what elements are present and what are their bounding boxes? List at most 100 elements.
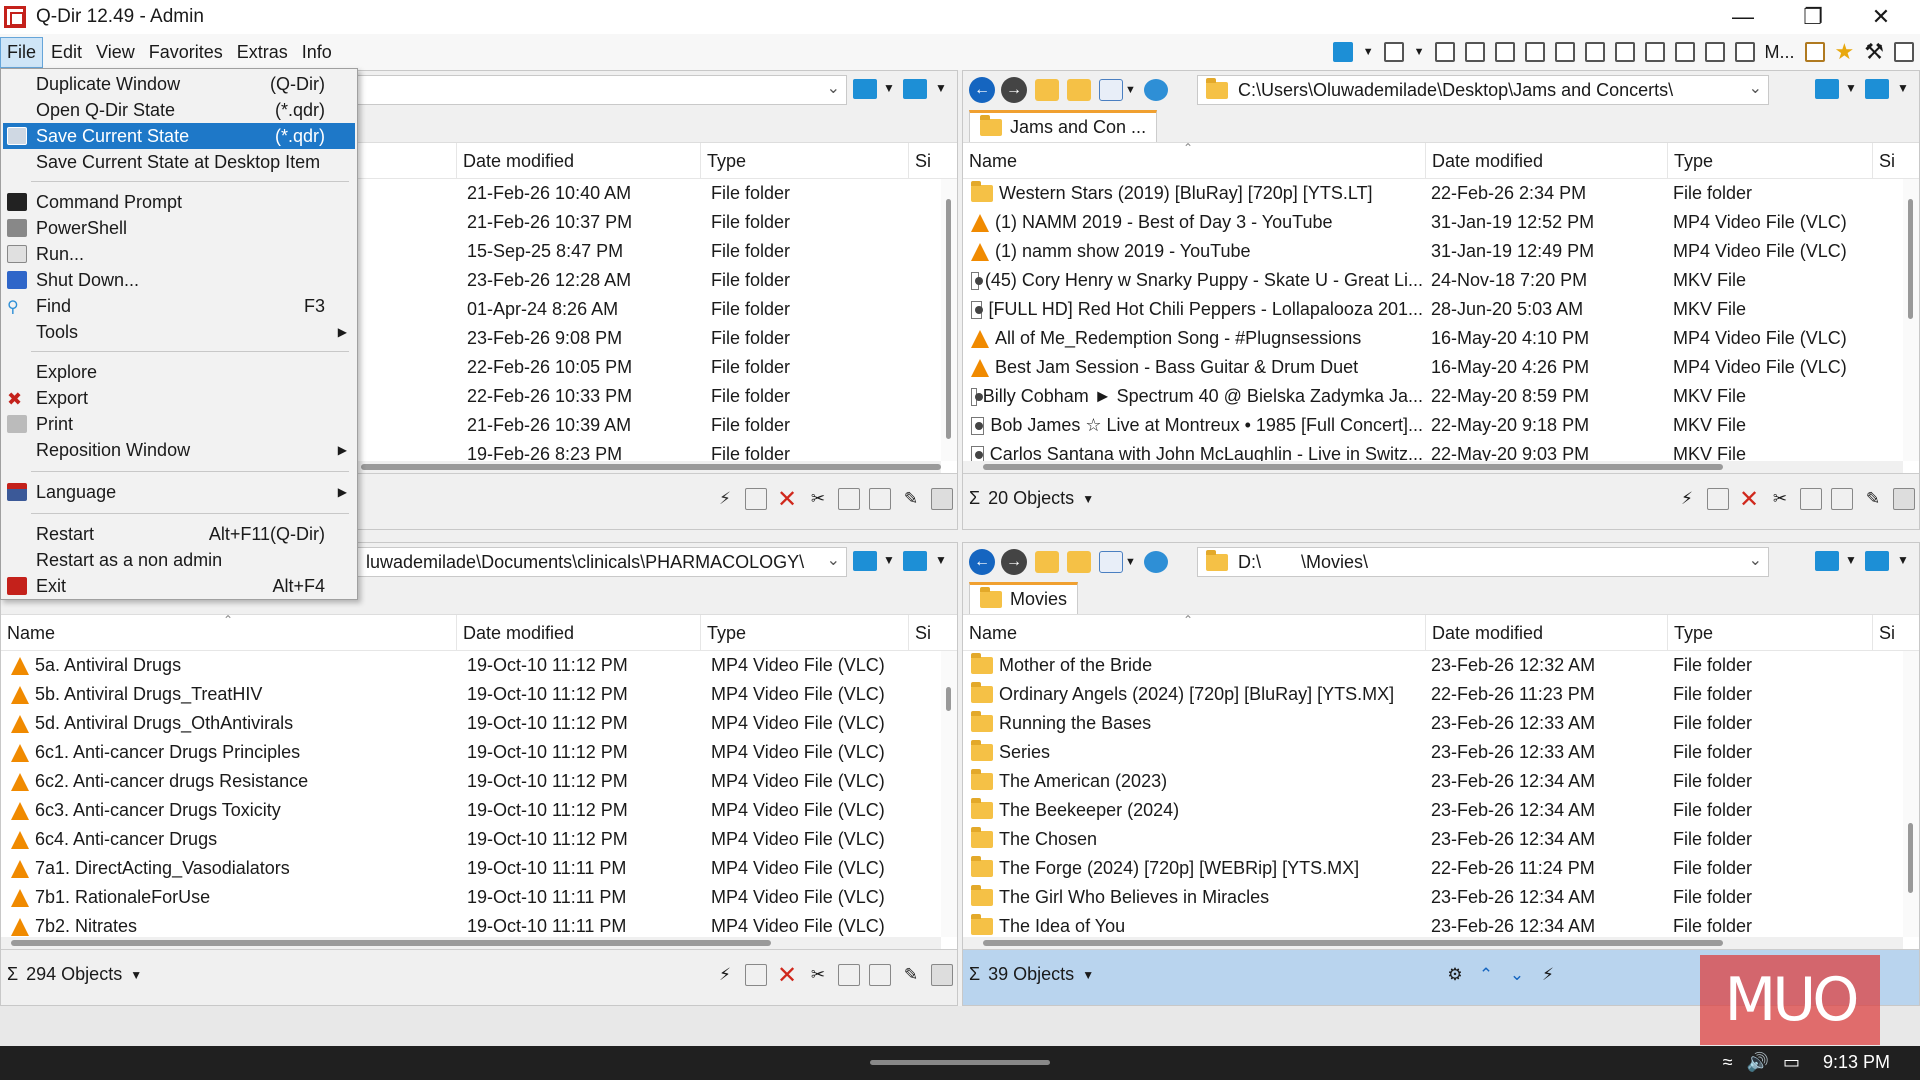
column-size-header[interactable]: Si (909, 143, 943, 179)
menu-item-duplicate-window[interactable]: Duplicate Window (Q-Dir) (3, 71, 355, 97)
column-type-header[interactable]: Type (701, 143, 909, 179)
dropdown-arrow-icon[interactable]: ▼ (1082, 492, 1094, 506)
properties-icon[interactable] (1893, 488, 1915, 510)
layout-icon[interactable] (1734, 42, 1755, 62)
address-input[interactable]: C:\Users\Oluwademilade\Desktop\Jams and … (1197, 75, 1769, 105)
back-button[interactable]: ← (969, 549, 995, 575)
paste-icon[interactable] (869, 488, 891, 510)
table-row[interactable]: 7a1. DirectActing_Vasodialators 19-Oct-10… (1, 854, 957, 883)
layout-icon[interactable] (1494, 42, 1515, 62)
refresh-icon[interactable] (1143, 79, 1168, 101)
dropdown-arrow-icon[interactable]: ▼ (1363, 46, 1374, 58)
menu-item-print[interactable]: Print (3, 411, 355, 437)
column-size-header[interactable]: Si (1873, 615, 1905, 651)
monitor-icon[interactable] (853, 79, 877, 99)
scroll-thumb[interactable] (946, 687, 951, 711)
cut-icon[interactable]: ✂ (807, 964, 829, 986)
file-name-cell[interactable]: Running the Bases (971, 709, 1423, 738)
table-row[interactable]: (1) namm show 2019 - YouTube 31-Jan-19 12… (963, 237, 1919, 266)
dropdown-arrow-icon[interactable]: ▼ (1897, 81, 1909, 95)
layout-4pane-icon[interactable] (1383, 42, 1404, 62)
tab-jams-and-concerts[interactable]: Jams and Con ... (969, 110, 1158, 142)
object-count[interactable]: Σ 294 Objects ▼ (7, 964, 142, 985)
paste-icon[interactable] (1831, 488, 1853, 510)
file-name-cell[interactable]: 5b. Antiviral Drugs_TreatHIV (11, 680, 459, 709)
file-name-cell[interactable]: [FULL HD] Red Hot Chili Peppers - Lollap… (971, 295, 1423, 324)
file-name-cell[interactable]: Bob James ☆ Live at Montreux • 1985 [Ful… (971, 411, 1423, 440)
column-date-header[interactable]: Date modified (1426, 143, 1668, 179)
dropdown-arrow-icon[interactable]: ▼ (130, 968, 142, 982)
layout-icon[interactable] (1524, 42, 1545, 62)
rename-icon[interactable]: ✎ (1862, 488, 1884, 510)
menu-item-language[interactable]: Language ▶ (3, 479, 355, 505)
file-name-cell[interactable]: Series (971, 738, 1423, 767)
dropdown-arrow-icon[interactable]: ▼ (935, 81, 947, 95)
new-folder-icon[interactable] (1067, 79, 1091, 101)
file-name-cell[interactable]: Mother of the Bride (971, 651, 1423, 680)
file-name-cell[interactable]: Billy Cobham ► Spectrum 40 @ Bielska Zad… (971, 382, 1423, 411)
lightning-icon[interactable]: ⚡ (1676, 488, 1698, 510)
file-name-cell[interactable]: 7a1. DirectActing_Vasodialators (11, 854, 459, 883)
horizontal-scrollbar[interactable] (963, 461, 1903, 473)
table-row[interactable]: Mother of the Bride 23-Feb-26 12:32 AM Fil… (963, 651, 1919, 680)
menu-item-open-state[interactable]: Open Q-Dir State (*.qdr) (3, 97, 355, 123)
table-row[interactable]: The Forge (2024) [720p] [WEBRip] [YTS.MX… (963, 854, 1919, 883)
file-name-cell[interactable]: 7b2. Nitrates (11, 912, 459, 937)
menu-item-explore[interactable]: Explore (3, 359, 355, 385)
menu-extras[interactable]: Extras (231, 38, 294, 67)
delete-icon[interactable]: ✕ (776, 962, 798, 989)
table-row[interactable]: [FULL HD] Red Hot Chili Peppers - Lollap… (963, 295, 1919, 324)
delete-icon[interactable]: ✕ (776, 486, 798, 513)
wifi-icon[interactable]: ≈ (1723, 1052, 1733, 1073)
file-name-cell[interactable]: The Forge (2024) [720p] [WEBRip] [YTS.MX… (971, 854, 1423, 883)
column-name-header[interactable]: Name ⌃ (1, 613, 457, 651)
layout-icon[interactable] (1644, 42, 1665, 62)
file-name-cell[interactable]: Ordinary Angels (2024) [720p] [BluRay] [… (971, 680, 1423, 709)
table-row[interactable]: 6c2. Anti-cancer drugs Resistance 19-Oct-… (1, 767, 957, 796)
close-window-button[interactable]: ✕ (1853, 0, 1909, 34)
table-row[interactable]: 6c3. Anti-cancer Drugs Toxicity 19-Oct-10… (1, 796, 957, 825)
layout-icon[interactable] (1674, 42, 1695, 62)
rename-icon[interactable]: ✎ (900, 488, 922, 510)
table-row[interactable]: Running the Bases 23-Feb-26 12:33 AM File … (963, 709, 1919, 738)
vertical-scrollbar[interactable] (1903, 179, 1919, 461)
file-name-cell[interactable]: The Idea of You (971, 912, 1423, 937)
file-name-cell[interactable]: (1) namm show 2019 - YouTube (971, 237, 1423, 266)
menu-item-find[interactable]: ⚲ Find F3 (3, 293, 355, 319)
refresh-icon[interactable] (1143, 551, 1168, 573)
table-row[interactable]: The Chosen 23-Feb-26 12:34 AM File folder (963, 825, 1919, 854)
layout-icon[interactable] (1584, 42, 1605, 62)
delete-icon[interactable]: ✕ (1738, 486, 1760, 513)
back-button[interactable]: ← (969, 77, 995, 103)
column-name-header[interactable]: Name ⌃ (963, 141, 1426, 179)
column-type-header[interactable]: Type (1668, 615, 1873, 651)
table-row[interactable]: The Girl Who Believes in Miracles 23-Feb-… (963, 883, 1919, 912)
table-row[interactable]: Billy Cobham ► Spectrum 40 @ Bielska Zad… (963, 382, 1919, 411)
battery-icon[interactable]: ▭ (1783, 1052, 1800, 1073)
menu-item-run[interactable]: Run... (3, 241, 355, 267)
table-row[interactable]: Series 23-Feb-26 12:33 AM File folder (963, 738, 1919, 767)
dropdown-arrow-icon[interactable]: ▼ (1125, 84, 1136, 96)
taskbar-handle[interactable] (870, 1060, 1050, 1065)
column-type-header[interactable]: Type (701, 615, 909, 651)
object-count[interactable]: Σ 20 Objects ▼ (969, 488, 1094, 509)
table-row[interactable]: 7b1. RationaleForUse 19-Oct-10 11:11 PM MP… (1, 883, 957, 912)
file-name-cell[interactable]: 5d. Antiviral Drugs_OthAntivirals (11, 709, 459, 738)
address-input[interactable]: ⌄ (357, 75, 847, 105)
table-row[interactable]: Ordinary Angels (2024) [720p] [BluRay] [… (963, 680, 1919, 709)
forward-button[interactable]: → (1001, 77, 1027, 103)
menu-item-tools[interactable]: Tools ▶ (3, 319, 355, 345)
file-name-cell[interactable]: (45) Cory Henry w Snarky Puppy - Skate U… (971, 266, 1423, 295)
table-row[interactable]: The American (2023) 23-Feb-26 12:34 AM Fil… (963, 767, 1919, 796)
address-input[interactable]: luwademilade\Documents\clinicals\PHARMAC… (357, 547, 847, 577)
file-name-cell[interactable]: All of Me_Redemption Song - #Plugnsessio… (971, 324, 1423, 353)
dropdown-arrow-icon[interactable]: ▼ (883, 553, 895, 567)
table-row[interactable]: The Beekeeper (2024) 23-Feb-26 12:34 AM Fi… (963, 796, 1919, 825)
menu-item-exit[interactable]: Exit Alt+F4 (3, 573, 355, 599)
lightning-icon[interactable]: ⚡ (714, 964, 736, 986)
horizontal-scrollbar[interactable] (1, 937, 941, 949)
rename-icon[interactable]: ✎ (900, 964, 922, 986)
monitor-icon[interactable] (1332, 42, 1353, 62)
file-name-cell[interactable]: The American (2023) (971, 767, 1423, 796)
lightning-icon[interactable]: ⚡ (714, 488, 736, 510)
